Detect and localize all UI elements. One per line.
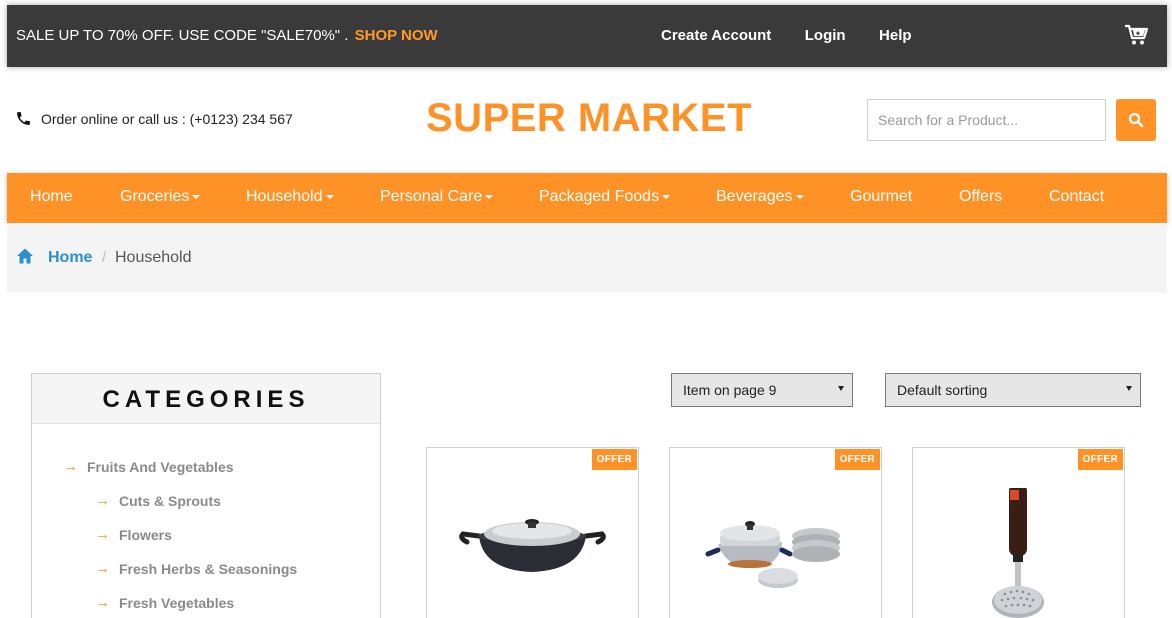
nav-item-household[interactable]: Household xyxy=(246,188,334,206)
chevron-down-icon xyxy=(838,386,844,391)
phone-icon xyxy=(17,112,30,125)
breadcrumb: Home / Household xyxy=(7,223,1167,293)
nav-item-packaged-foods[interactable]: Packaged Foods xyxy=(539,188,671,206)
search-icon xyxy=(1128,112,1144,128)
promo-text: SALE UP TO 70% OFF. USE CODE "SALE70%" . xyxy=(16,27,349,44)
breadcrumb-home-link[interactable]: Home xyxy=(48,249,92,267)
phone-text: Order online or call us : (+0123) 234 56… xyxy=(41,110,293,127)
arrow-right-icon: → xyxy=(95,594,110,611)
category-flowers[interactable]: → Flowers xyxy=(95,526,172,543)
caret-down-icon xyxy=(485,194,494,199)
home-icon[interactable] xyxy=(16,247,34,265)
product-card[interactable]: OFFER xyxy=(669,447,882,618)
nav-item-home[interactable]: Home xyxy=(30,188,73,206)
search-button[interactable] xyxy=(1116,99,1156,141)
arrow-right-icon: → xyxy=(63,458,78,475)
main-nav: Home Groceries Household Personal Care P… xyxy=(7,173,1167,223)
arrow-right-icon: → xyxy=(95,492,110,509)
offer-badge: OFFER xyxy=(591,449,637,470)
arrow-right-icon: → xyxy=(95,560,110,577)
arrow-right-icon: → xyxy=(95,526,110,543)
category-fresh-herbs-seasonings[interactable]: → Fresh Herbs & Seasonings xyxy=(95,560,297,577)
product-card[interactable]: OFFER xyxy=(912,447,1125,618)
category-fruits-and-vegetables[interactable]: → Fruits And Vegetables xyxy=(63,458,234,475)
category-fresh-vegetables[interactable]: → Fresh Vegetables xyxy=(95,594,234,611)
caret-down-icon xyxy=(325,194,334,199)
category-cuts-sprouts[interactable]: → Cuts & Sprouts xyxy=(95,492,221,509)
shop-now-link[interactable]: SHOP NOW xyxy=(355,27,438,44)
help-link[interactable]: Help xyxy=(879,27,912,44)
caret-down-icon xyxy=(795,194,804,199)
caret-down-icon xyxy=(662,194,671,199)
nav-item-beverages[interactable]: Beverages xyxy=(716,188,804,206)
search-input[interactable] xyxy=(867,99,1106,141)
nav-item-offers[interactable]: Offers xyxy=(959,188,1002,206)
product-image-idli-maker-set[interactable] xyxy=(670,488,881,618)
top-bar: SALE UP TO 70% OFF. USE CODE "SALE70%" .… xyxy=(7,5,1167,67)
login-link[interactable]: Login xyxy=(805,27,846,44)
product-image-potato-masher[interactable] xyxy=(913,488,1124,618)
sidebar-header: CATEGORIES xyxy=(32,374,380,424)
product-card[interactable]: OFFER xyxy=(426,447,639,618)
promo-banner: SALE UP TO 70% OFF. USE CODE "SALE70%" .… xyxy=(16,27,438,44)
site-logo[interactable]: SUPER MARKET xyxy=(426,96,752,141)
breadcrumb-separator: / xyxy=(102,249,107,266)
offer-badge: OFFER xyxy=(1077,449,1123,470)
chevron-down-icon xyxy=(1126,386,1132,391)
product-image-kadai-pan[interactable] xyxy=(427,488,638,618)
contact-phone: Order online or call us : (+0123) 234 56… xyxy=(15,110,293,127)
nav-item-groceries[interactable]: Groceries xyxy=(120,188,201,206)
caret-down-icon xyxy=(192,194,201,199)
items-per-page-select[interactable]: Item on page 9 xyxy=(671,373,853,407)
offer-badge: OFFER xyxy=(834,449,880,470)
create-account-link[interactable]: Create Account xyxy=(661,27,771,44)
categories-sidebar: CATEGORIES → Fruits And Vegetables → Cuts … xyxy=(31,373,381,618)
account-links: Create Account Login Help xyxy=(661,27,941,45)
sidebar-title: CATEGORIES xyxy=(102,386,310,413)
nav-item-contact[interactable]: Contact xyxy=(1049,188,1104,206)
nav-item-gourmet[interactable]: Gourmet xyxy=(850,188,912,206)
nav-item-personal-care[interactable]: Personal Care xyxy=(380,188,494,206)
breadcrumb-current: Household xyxy=(115,249,192,266)
sort-select[interactable]: Default sorting xyxy=(885,373,1141,407)
cart-icon[interactable] xyxy=(1124,24,1148,46)
